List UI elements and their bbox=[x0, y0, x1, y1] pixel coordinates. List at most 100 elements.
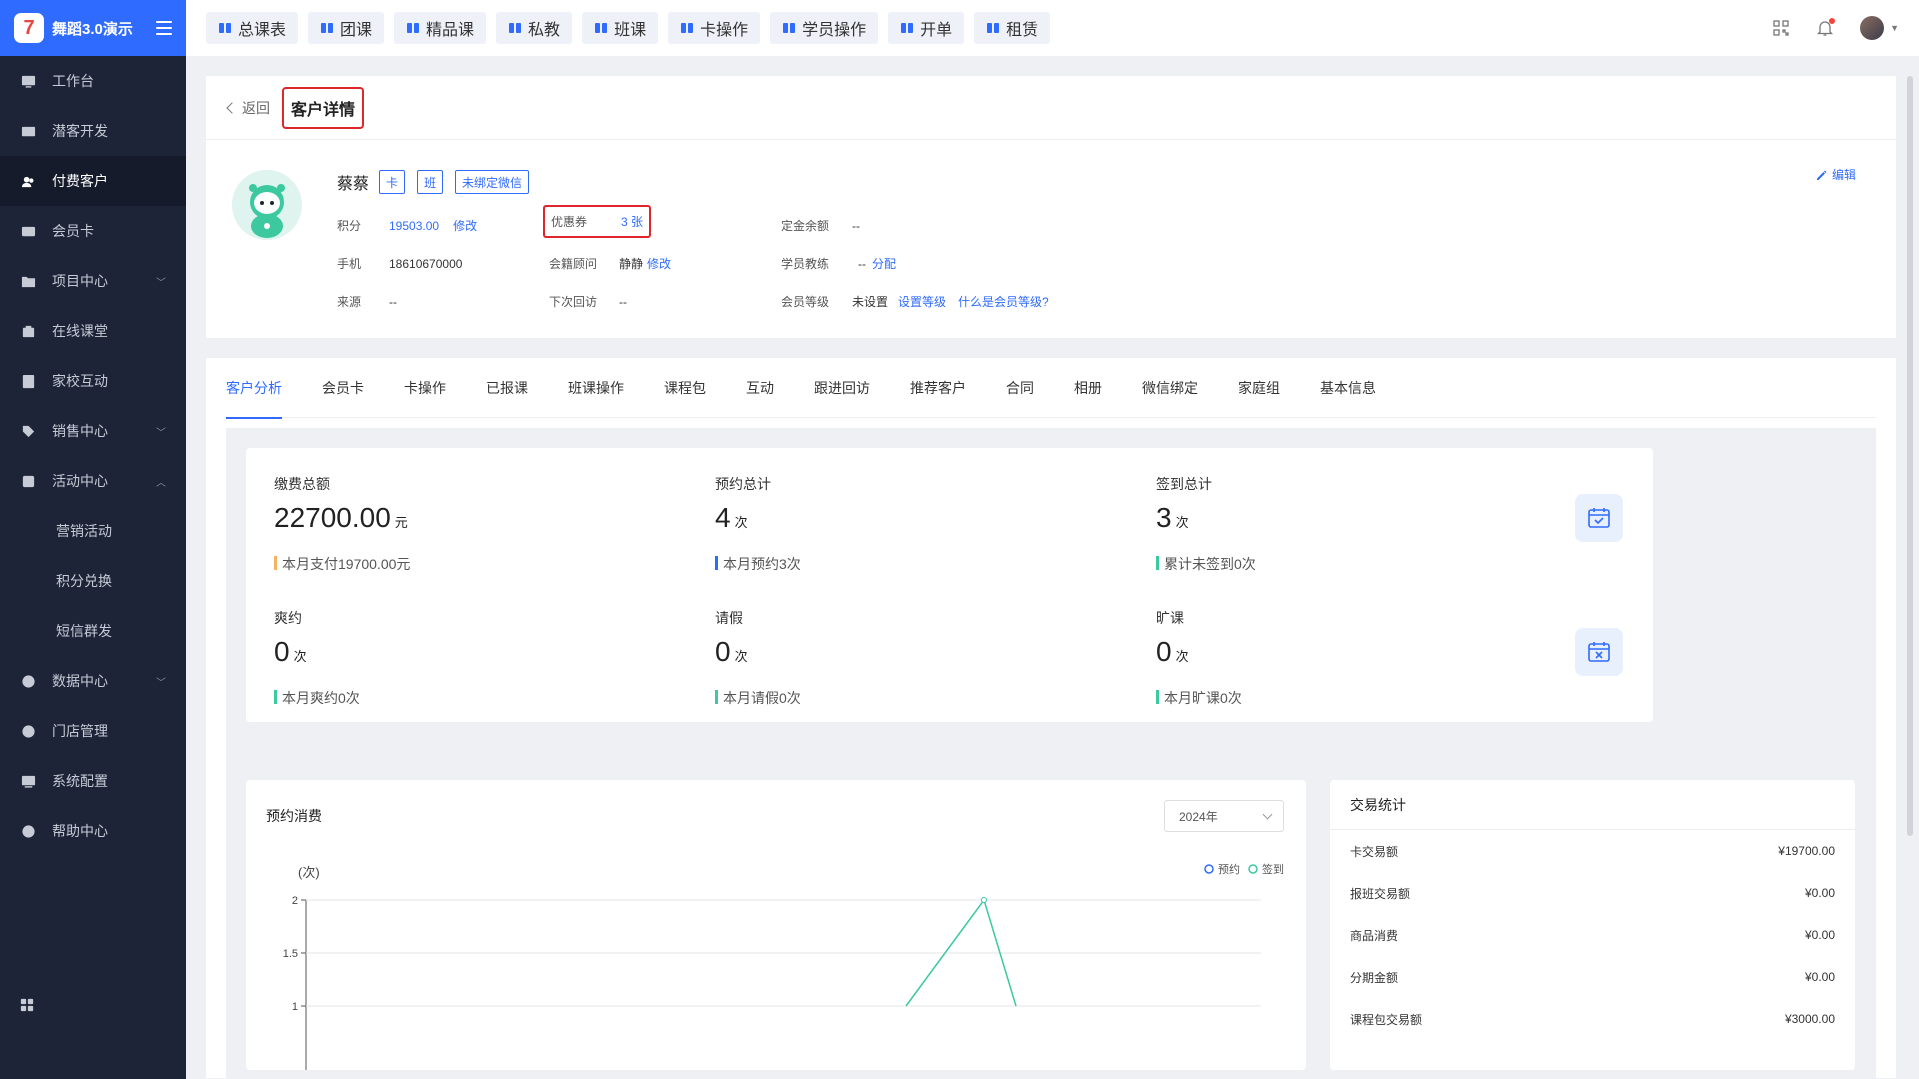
detail-tab[interactable]: 微信绑定 bbox=[1142, 358, 1198, 418]
sidebar-subitem[interactable]: 短信群发 bbox=[0, 606, 186, 656]
trade-row: 卡交易额 ¥19700.00 bbox=[1330, 830, 1855, 872]
level-help-link[interactable]: 什么是会员等级? bbox=[958, 293, 1049, 310]
y-tick-label: 2 bbox=[292, 895, 298, 907]
quick-action-button[interactable]: 卡操作 bbox=[668, 12, 761, 44]
top-right-actions: ▼ bbox=[1746, 0, 1899, 56]
sidebar-item[interactable]: 活动中心 ︿ bbox=[0, 456, 186, 506]
detail-tab[interactable]: 跟进回访 bbox=[814, 358, 870, 418]
next-visit-label: 下次回访 bbox=[549, 295, 598, 309]
quick-action-button[interactable]: 团课 bbox=[308, 12, 385, 44]
sidebar-item[interactable]: 潜客开发 bbox=[0, 106, 186, 156]
tag-wechat-unbound[interactable]: 未绑定微信 bbox=[455, 170, 530, 194]
sidebar-item[interactable]: 系统配置 bbox=[0, 756, 186, 806]
year-select-value: 2024年 bbox=[1179, 809, 1218, 824]
trade-label: 商品消费 bbox=[1350, 928, 1399, 943]
quick-action-button[interactable]: 学员操作 bbox=[770, 12, 879, 44]
sidebar-item[interactable]: 会员卡 bbox=[0, 206, 186, 256]
detail-tabs: 客户分析 会员卡 卡操作 已报课 班课操作 课程包 互动 跟进回访 推荐客户 合同 相册 微信绑定 家庭… bbox=[226, 358, 1876, 419]
detail-tab[interactable]: 客户分析 bbox=[226, 358, 282, 419]
quick-action-label: 开单 bbox=[920, 22, 953, 39]
detail-tab[interactable]: 卡操作 bbox=[404, 358, 446, 418]
sidebar-item[interactable]: 工作台 bbox=[0, 56, 186, 106]
y-tick-label: 1.5 bbox=[283, 948, 298, 960]
quick-action-button[interactable]: 私教 bbox=[496, 12, 573, 44]
sidebar-item-label: 销售中心 bbox=[52, 423, 108, 439]
edit-button[interactable]: 编辑 bbox=[1816, 166, 1856, 183]
user-avatar-menu[interactable]: ▼ bbox=[1860, 16, 1899, 40]
sidebar-item[interactable]: 数据中心 ﹀ bbox=[0, 656, 186, 706]
legend-label-booking: 预约 bbox=[1218, 863, 1240, 876]
detail-tab[interactable]: 已报课 bbox=[486, 358, 528, 418]
quick-action-label: 总课表 bbox=[238, 22, 287, 39]
sidebar-item[interactable]: 销售中心 ﹀ bbox=[0, 406, 186, 456]
tag-card[interactable]: 卡 bbox=[379, 170, 406, 194]
booking-line-chart: (次) 预约 签到 2 1.5 1 bbox=[283, 862, 1284, 1070]
sidebar-subitem[interactable]: 积分兑换 bbox=[0, 556, 186, 606]
sidebar-item[interactable]: 项目中心 ﹀ bbox=[0, 256, 186, 306]
quick-action-button[interactable]: 开单 bbox=[888, 12, 965, 44]
sidebar-item-label: 在线课堂 bbox=[52, 323, 108, 339]
set-level-link[interactable]: 设置等级 bbox=[898, 293, 946, 310]
customer-name: 蔡蔡 bbox=[337, 176, 370, 193]
bell-icon[interactable] bbox=[1816, 18, 1836, 37]
stat-title: 旷课 bbox=[1156, 610, 1184, 626]
tag-icon bbox=[20, 423, 36, 439]
stat-title: 爽约 bbox=[274, 610, 302, 626]
help-icon bbox=[20, 823, 36, 839]
year-select[interactable]: 2024年 bbox=[1164, 800, 1284, 832]
sidebar-item-label: 潜客开发 bbox=[52, 123, 108, 139]
calendar-x-icon bbox=[1575, 628, 1623, 676]
detail-tab[interactable]: 班课操作 bbox=[568, 358, 624, 418]
sidebar-item-label: 积分兑换 bbox=[56, 573, 112, 589]
quick-action-button[interactable]: 总课表 bbox=[206, 12, 299, 44]
caret-down-icon: ▼ bbox=[1890, 23, 1899, 33]
sidebar-item[interactable]: 门店管理 bbox=[0, 706, 186, 756]
detail-tab[interactable]: 推荐客户 bbox=[910, 358, 966, 418]
coach-assign-link[interactable]: 分配 bbox=[872, 255, 896, 272]
contact-book-icon bbox=[20, 373, 36, 389]
menu-toggle-icon[interactable] bbox=[156, 21, 172, 35]
advisor-edit-link[interactable]: 修改 bbox=[647, 255, 671, 272]
sidebar: 7 舞蹈3.0演示 工作台 潜客开发 付费客户 会员卡 项目中心 ﹀ 在线课堂 家校互动 销售中… bbox=[0, 0, 186, 1079]
quick-action-button[interactable]: 精品课 bbox=[394, 12, 487, 44]
coupon-value[interactable]: 3 张 bbox=[621, 213, 643, 230]
sidebar-item[interactable]: 付费客户 bbox=[0, 156, 186, 206]
source-field: 来源 -- bbox=[337, 293, 397, 310]
quick-actions: 总课表 团课 精品课 私教 班课 卡操作 学员操作 开单 租赁 bbox=[206, 12, 1060, 44]
chevron-up-icon: ︿ bbox=[156, 477, 166, 489]
qrcode-icon[interactable] bbox=[1772, 19, 1790, 37]
coupon-label: 优惠券 bbox=[551, 215, 588, 229]
quick-action-button[interactable]: 租赁 bbox=[974, 12, 1051, 44]
y-axis-unit: (次) bbox=[298, 865, 320, 880]
trade-row: 报班交易额 ¥0.00 bbox=[1330, 872, 1855, 914]
detail-tab[interactable]: 基本信息 bbox=[1320, 358, 1376, 418]
detail-tab[interactable]: 课程包 bbox=[664, 358, 706, 418]
quick-action-icon bbox=[218, 21, 238, 35]
sidebar-nav: 工作台潜客开发付费客户会员卡项目中心 ﹀ 在线课堂家校互动 销售中心 ﹀ 活动中心 ︿ 营销活… bbox=[0, 56, 186, 856]
quick-action-button[interactable]: 班课 bbox=[582, 12, 659, 44]
source-value: -- bbox=[389, 294, 397, 309]
points-edit-link[interactable]: 修改 bbox=[453, 217, 477, 234]
detail-tab[interactable]: 家庭组 bbox=[1238, 358, 1280, 418]
detail-tab[interactable]: 合同 bbox=[1006, 358, 1034, 418]
sidebar-item[interactable]: 帮助中心 bbox=[0, 806, 186, 856]
detail-tab[interactable]: 相册 bbox=[1074, 358, 1102, 418]
page-scrollbar[interactable] bbox=[1907, 76, 1913, 836]
legend-marker-booking bbox=[1204, 864, 1214, 874]
quick-action-label: 私教 bbox=[528, 22, 561, 39]
sidebar-subitem[interactable]: 营销活动 bbox=[0, 506, 186, 556]
sidebar-item-label: 会员卡 bbox=[52, 223, 94, 239]
stat-value: 4次 bbox=[715, 502, 748, 533]
sidebar-item[interactable]: 家校互动 bbox=[0, 356, 186, 406]
avatar bbox=[1860, 16, 1885, 40]
apps-grid-icon[interactable] bbox=[20, 998, 34, 1015]
store-icon bbox=[20, 723, 36, 739]
sidebar-item[interactable]: 在线课堂 bbox=[0, 306, 186, 356]
back-button[interactable]: 返回 bbox=[226, 98, 270, 118]
tag-class[interactable]: 班 bbox=[417, 170, 444, 194]
stat-footnote: 本月支付19700.00元 bbox=[274, 554, 410, 574]
sidebar-item-label: 营销活动 bbox=[56, 523, 112, 539]
detail-tab[interactable]: 互动 bbox=[746, 358, 774, 418]
detail-tab[interactable]: 会员卡 bbox=[322, 358, 364, 418]
stat-footnote: 累计未签到0次 bbox=[1156, 554, 1256, 574]
